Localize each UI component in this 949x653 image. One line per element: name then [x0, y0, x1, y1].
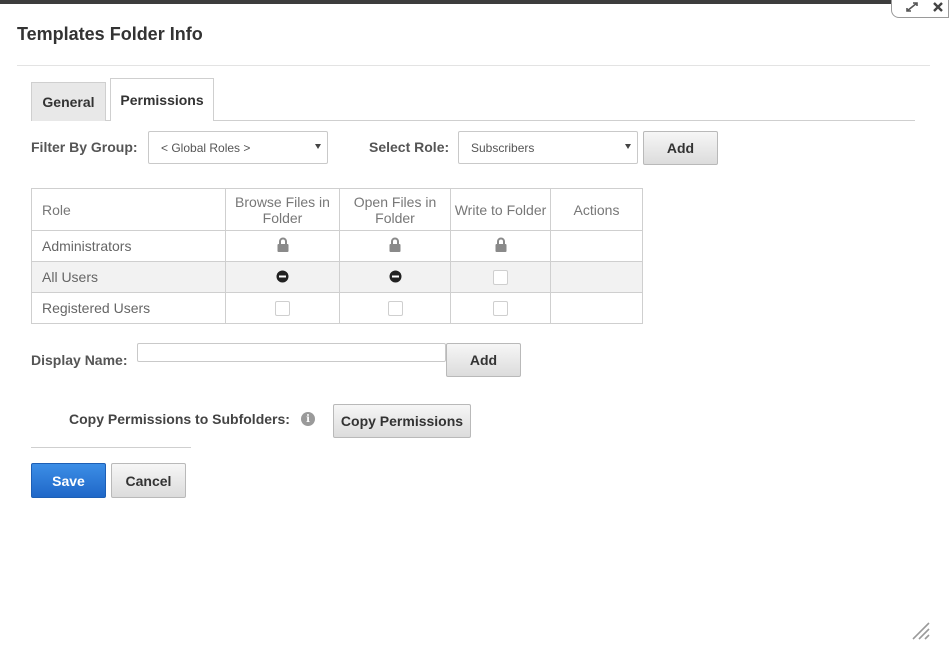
- write-cell: [450, 230, 551, 262]
- close-icon[interactable]: [928, 0, 948, 14]
- open-checkbox[interactable]: [387, 301, 403, 317]
- select-role-label: Select Role:: [369, 139, 450, 155]
- table-row: Administrators: [31, 230, 643, 262]
- title-divider: [17, 65, 930, 66]
- lock-icon: [495, 237, 507, 255]
- role-name: Registered Users: [31, 292, 226, 324]
- actions-cell: [550, 292, 643, 324]
- permissions-table: Role Browse Files in Folder Open Files i…: [31, 188, 643, 324]
- display-name-input[interactable]: [137, 343, 446, 362]
- tab-permissions[interactable]: Permissions: [110, 78, 214, 121]
- dialog-title: Templates Folder Info: [17, 24, 203, 44]
- browse-checkbox[interactable]: [275, 301, 290, 317]
- column-header-role: Role: [31, 188, 226, 231]
- chevron-down-icon: [625, 144, 631, 149]
- actions-cell: [550, 261, 643, 293]
- column-header-open: Open Files in Folder: [339, 188, 451, 231]
- write-cell: [450, 261, 551, 293]
- display-name-label: Display Name:: [31, 352, 128, 368]
- table-row: Registered Users: [31, 292, 643, 324]
- open-cell: [339, 230, 451, 262]
- deny-icon[interactable]: [389, 270, 402, 286]
- column-header-actions: Actions: [550, 188, 643, 231]
- browse-cell: [225, 292, 340, 324]
- expand-icon[interactable]: [902, 0, 922, 14]
- filter-by-group-label: Filter By Group:: [31, 139, 138, 155]
- open-cell: [339, 292, 451, 324]
- table-row: All Users: [31, 261, 643, 293]
- write-checkbox[interactable]: [493, 301, 508, 317]
- form-divider: [31, 447, 191, 448]
- write-cell: [450, 292, 551, 324]
- write-checkbox[interactable]: [493, 270, 508, 286]
- save-button[interactable]: Save: [31, 463, 106, 498]
- copy-permissions-button[interactable]: Copy Permissions: [333, 404, 471, 438]
- lock-icon: [389, 237, 401, 255]
- resize-handle-icon[interactable]: [909, 619, 931, 641]
- tab-general[interactable]: General: [31, 82, 106, 121]
- lock-icon: [277, 237, 289, 255]
- column-header-write: Write to Folder: [450, 188, 551, 231]
- select-role-select[interactable]: Subscribers: [458, 131, 638, 164]
- add-display-name-button[interactable]: Add: [446, 343, 521, 377]
- role-name: All Users: [31, 261, 226, 293]
- select-role-value: Subscribers: [471, 140, 535, 155]
- actions-cell: [550, 230, 643, 262]
- add-role-button[interactable]: Add: [643, 131, 718, 165]
- deny-icon[interactable]: [276, 270, 289, 286]
- browse-cell: [225, 261, 340, 293]
- browse-cell: [225, 230, 340, 262]
- table-header-row: Role Browse Files in Folder Open Files i…: [31, 188, 643, 231]
- role-name: Administrators: [31, 230, 226, 262]
- window-controls: [891, 0, 949, 18]
- copy-permissions-label: Copy Permissions to Subfolders:: [69, 411, 290, 427]
- filter-by-group-select[interactable]: < Global Roles >: [148, 131, 328, 164]
- chevron-down-icon: [315, 144, 321, 149]
- info-icon[interactable]: i: [301, 412, 315, 426]
- filter-by-group-value: < Global Roles >: [161, 140, 251, 155]
- column-header-browse: Browse Files in Folder: [225, 188, 340, 231]
- cancel-button[interactable]: Cancel: [111, 463, 186, 498]
- window-top-border: [0, 0, 949, 4]
- open-cell: [339, 261, 451, 293]
